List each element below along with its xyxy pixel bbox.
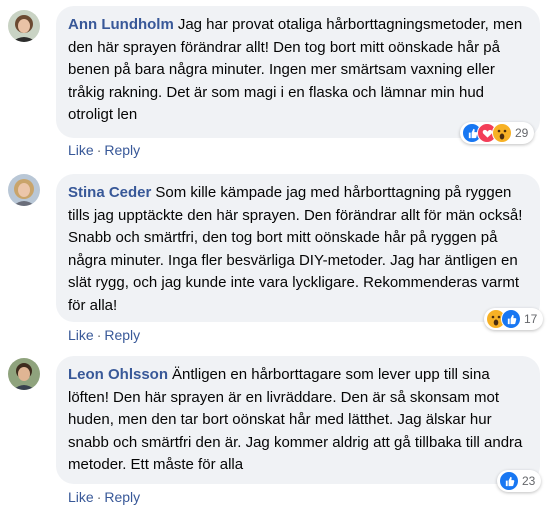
like-icon — [501, 309, 521, 329]
reply-button[interactable]: Reply — [104, 489, 140, 505]
comment-actions: Like · Reply — [68, 142, 140, 158]
separator-dot: · — [96, 142, 102, 158]
comment-text: Som kille kämpade jag med hårborttagning… — [68, 184, 523, 314]
reaction-summary[interactable]: 17 — [484, 308, 544, 330]
reaction-count: 23 — [522, 474, 536, 488]
reaction-count: 29 — [515, 126, 529, 140]
wow-icon — [492, 123, 512, 143]
reply-button[interactable]: Reply — [104, 142, 140, 158]
comment-author[interactable]: Ann Lundholm — [68, 16, 174, 33]
comment-bubble: Leon Ohlsson Äntligen en hårborttagare so… — [56, 356, 540, 484]
reply-button[interactable]: Reply — [104, 327, 140, 343]
avatar[interactable] — [8, 10, 40, 42]
like-button[interactable]: Like — [68, 327, 94, 343]
comment-author[interactable]: Leon Ohlsson — [68, 366, 168, 383]
separator-dot: · — [96, 489, 102, 505]
like-button[interactable]: Like — [68, 142, 94, 158]
comment-author[interactable]: Stina Ceder — [68, 184, 151, 201]
avatar[interactable] — [8, 174, 40, 206]
separator-dot: · — [96, 327, 102, 343]
comment-bubble: Stina Ceder Som kille kämpade jag med hår… — [56, 174, 540, 322]
avatar[interactable] — [8, 358, 40, 390]
reaction-summary[interactable]: 23 — [497, 470, 542, 492]
like-button[interactable]: Like — [68, 489, 94, 505]
like-icon — [499, 471, 519, 491]
reaction-count: 17 — [524, 312, 538, 326]
reaction-summary[interactable]: 29 — [460, 122, 535, 144]
comment-actions: Like · Reply — [68, 327, 140, 343]
comment-actions: Like · Reply — [68, 489, 140, 505]
comment-bubble: Ann Lundholm Jag har provat otaliga hårbo… — [56, 6, 540, 138]
